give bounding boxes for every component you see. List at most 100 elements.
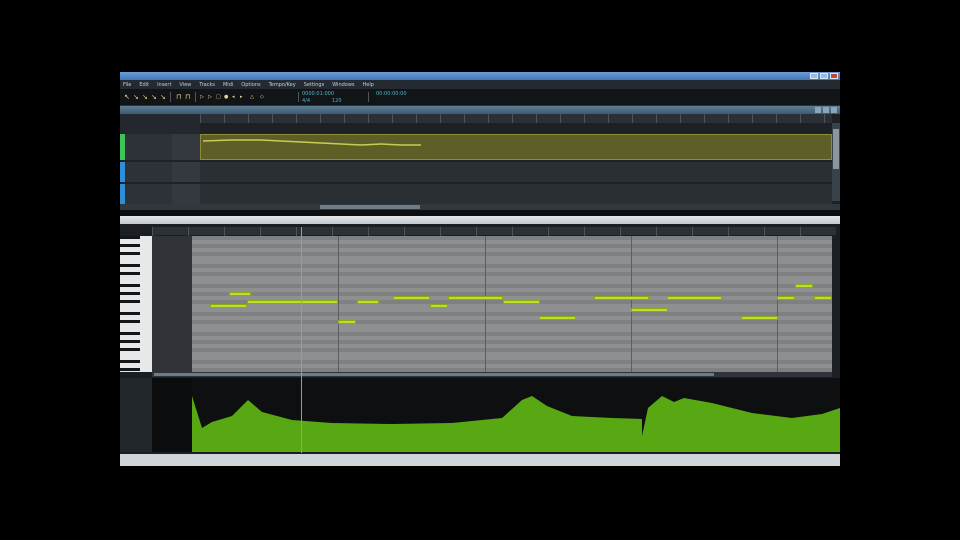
menu-tempo-key[interactable]: Tempo/Key	[269, 82, 296, 88]
mute-tool-icon[interactable]: ↘	[160, 93, 166, 101]
midi-note[interactable]	[503, 300, 540, 304]
draw-tool-icon[interactable]: ↘	[133, 93, 139, 101]
midi-note[interactable]	[667, 296, 722, 300]
piano-black-key[interactable]	[120, 264, 140, 267]
midi-note[interactable]	[594, 296, 649, 300]
track-vertical-scrollbar[interactable]	[832, 123, 840, 201]
piano-black-key[interactable]	[120, 284, 140, 287]
scrollbar-thumb[interactable]	[833, 129, 839, 169]
zoom-tool-icon[interactable]: ⊓	[176, 93, 182, 101]
split-tool-icon[interactable]: ↘	[151, 93, 157, 101]
erase-tool-icon[interactable]: ↘	[142, 93, 148, 101]
piano-black-key[interactable]	[120, 360, 140, 363]
menu-insert[interactable]: Insert	[157, 82, 171, 88]
ruler-tick	[680, 114, 681, 123]
grid-row-shade	[192, 272, 832, 276]
play-icon[interactable]: ▷	[208, 93, 214, 101]
panel-minimize-button[interactable]	[815, 107, 821, 113]
midi-note[interactable]	[210, 304, 247, 308]
piano-black-key[interactable]	[120, 348, 140, 351]
metronome-icon[interactable]: △	[250, 93, 256, 101]
menu-tracks[interactable]: Tracks	[199, 82, 215, 88]
piano-black-key[interactable]	[120, 368, 140, 371]
midi-note[interactable]	[338, 320, 356, 324]
piano-black-key[interactable]	[120, 300, 140, 303]
maximize-button[interactable]	[820, 73, 828, 79]
piano-black-key[interactable]	[120, 272, 140, 275]
track-header[interactable]	[120, 162, 172, 182]
midi-note[interactable]	[357, 300, 379, 304]
midi-note[interactable]	[814, 296, 832, 300]
record-icon[interactable]: ●	[224, 93, 230, 101]
piano-keyboard[interactable]	[120, 236, 152, 372]
ruler-tick	[800, 114, 801, 123]
midi-note[interactable]	[229, 292, 251, 296]
panel-close-button[interactable]	[831, 107, 837, 113]
piano-black-key[interactable]	[120, 332, 140, 335]
punch-icon[interactable]: ◇	[260, 93, 266, 101]
menu-options[interactable]: Options	[241, 82, 260, 88]
track-header[interactable]	[120, 134, 172, 160]
minimize-button[interactable]	[810, 73, 818, 79]
piano-black-key[interactable]	[120, 252, 140, 255]
track-row[interactable]	[120, 184, 832, 204]
scrollbar-thumb[interactable]	[154, 373, 714, 376]
scrollbar-thumb[interactable]	[320, 205, 420, 209]
menu-windows[interactable]: Windows	[332, 82, 354, 88]
piano-roll-title	[120, 216, 840, 224]
ruler-tick	[584, 114, 585, 123]
ruler-tick	[320, 114, 321, 123]
midi-note[interactable]	[741, 316, 778, 320]
piano-black-key[interactable]	[120, 340, 140, 343]
piano-black-key[interactable]	[120, 320, 140, 323]
ruler-tick	[632, 114, 633, 123]
menu-file[interactable]: File	[123, 82, 131, 88]
close-button[interactable]	[830, 73, 838, 79]
ruler-tick	[476, 227, 477, 236]
piano-roll-ruler[interactable]	[152, 227, 836, 236]
note-grid[interactable]	[192, 236, 832, 372]
menu-edit[interactable]: Edit	[139, 82, 149, 88]
panel-maximize-button[interactable]	[823, 107, 829, 113]
playhead-line[interactable]	[301, 227, 302, 453]
controller-lane[interactable]	[192, 378, 840, 452]
menu-view[interactable]: View	[179, 82, 191, 88]
audio-clip[interactable]	[200, 134, 832, 160]
stop-icon[interactable]: □	[216, 93, 222, 101]
select-tool-icon[interactable]: ↖	[124, 93, 130, 101]
piano-black-key[interactable]	[120, 312, 140, 315]
track-lane[interactable]	[200, 184, 832, 204]
piano-black-key[interactable]	[120, 244, 140, 247]
midi-note[interactable]	[795, 284, 813, 288]
ruler-tick	[440, 227, 441, 236]
ruler-tick	[584, 227, 585, 236]
timeline-ruler[interactable]	[200, 114, 832, 123]
track-view-panel	[120, 106, 840, 210]
forward-icon[interactable]: ▸	[240, 93, 246, 101]
midi-note[interactable]	[430, 304, 448, 308]
ruler-tick	[368, 114, 369, 123]
snap-tool-icon[interactable]: ⊓	[185, 93, 191, 101]
midi-note[interactable]	[247, 300, 338, 304]
midi-note[interactable]	[777, 296, 795, 300]
track-lane[interactable]	[200, 162, 832, 182]
velocity-lane-header	[120, 378, 152, 452]
midi-note[interactable]	[393, 296, 430, 300]
menu-midi[interactable]: Midi	[223, 82, 233, 88]
ruler-tick	[728, 227, 729, 236]
track-row[interactable]	[120, 134, 832, 160]
track-header[interactable]	[120, 184, 172, 204]
ruler-tick	[404, 227, 405, 236]
menu-help[interactable]: Help	[363, 82, 374, 88]
rewind-icon[interactable]: ◂	[232, 93, 238, 101]
piano-roll-horizontal-scrollbar[interactable]	[152, 372, 832, 377]
menu-settings[interactable]: Settings	[304, 82, 325, 88]
midi-note[interactable]	[448, 296, 503, 300]
loop-icon[interactable]: ▷	[200, 93, 206, 101]
midi-note[interactable]	[539, 316, 576, 320]
piano-black-key[interactable]	[120, 292, 140, 295]
track-row[interactable]	[120, 162, 832, 182]
midi-note[interactable]	[631, 308, 668, 312]
tempo-readout: 120	[332, 98, 342, 104]
piano-black-key[interactable]	[120, 236, 140, 239]
